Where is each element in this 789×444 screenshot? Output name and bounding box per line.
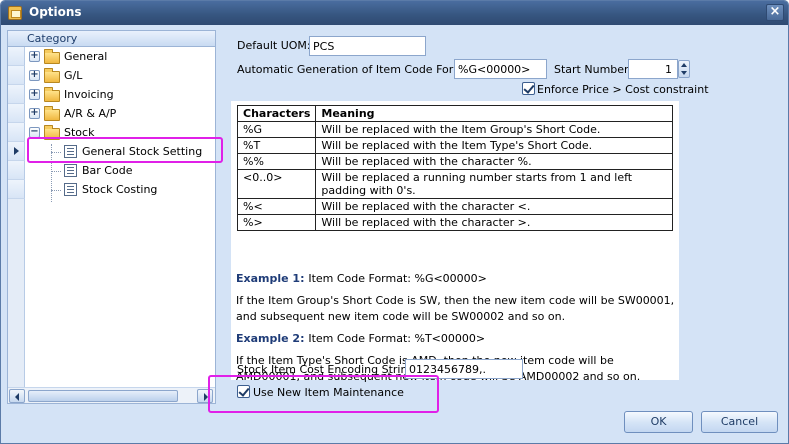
row-selector (8, 47, 25, 66)
row-selector (8, 104, 25, 123)
item-code-help-panel: Characters Meaning %G Will be replaced w… (231, 101, 679, 383)
expand-icon[interactable]: + (29, 108, 40, 119)
tree-item-label: Bar Code (82, 164, 133, 177)
table-row: <0..0> Will be replaced a running number… (236, 169, 673, 199)
cancel-button[interactable]: Cancel (701, 411, 778, 433)
example-title: Example 2: (236, 332, 305, 345)
options-window: Options × Category + General + G/L + Inv… (0, 0, 789, 444)
start-number-label: Start Number: (554, 63, 633, 76)
horizontal-scrollbar[interactable] (8, 387, 215, 403)
row-selector (8, 85, 25, 104)
column-header: Characters (236, 105, 317, 122)
example-format: Item Code Format: %T<00000> (308, 332, 486, 345)
example-title: Example 1: (236, 272, 305, 285)
tree-item-general[interactable]: + General (8, 47, 215, 66)
table-cell: Will be replaced with the Item Type's Sh… (315, 137, 673, 154)
folder-icon (44, 68, 60, 83)
table-row: %% Will be replaced with the character %… (236, 153, 673, 170)
folder-icon (44, 87, 60, 102)
scroll-left-icon[interactable] (9, 389, 25, 403)
example-text: If the Item Group's Short Code is SW, th… (236, 294, 675, 323)
app-icon (8, 6, 22, 20)
table-row: %T Will be replaced with the Item Type's… (236, 137, 673, 154)
window-title: Options (29, 5, 82, 19)
row-selector (8, 180, 25, 199)
table-cell: %> (236, 214, 317, 231)
table-row: %> Will be replaced with the character >… (236, 214, 673, 231)
start-number-input[interactable]: 1 (628, 59, 678, 79)
table-cell: %G (236, 121, 317, 138)
example-format: Item Code Format: %G<00000> (308, 272, 487, 285)
table-cell: %< (236, 198, 317, 215)
dialog-body: Category + General + G/L + Invoicing + A… (5, 29, 785, 440)
folder-icon (44, 49, 60, 64)
ok-button[interactable]: OK (624, 411, 693, 433)
tree-item-label: General (64, 50, 108, 63)
category-tree: Category + General + G/L + Invoicing + A… (7, 30, 216, 404)
enforce-price-checkbox[interactable] (522, 82, 535, 95)
column-header: Meaning (315, 105, 673, 122)
table-cell: Will be replaced with the character %. (315, 153, 673, 170)
default-uom-label: Default UOM: (237, 39, 311, 52)
table-cell: Will be replaced a running number starts… (315, 169, 673, 199)
row-selector (8, 123, 25, 142)
highlight-box (208, 375, 439, 413)
row-selector-column (8, 199, 25, 387)
table-row: %G Will be replaced with the Item Group'… (236, 121, 673, 138)
page-icon (64, 183, 77, 196)
highlight-box (27, 137, 223, 163)
tree-item-label: Invoicing (64, 88, 114, 101)
close-button[interactable]: × (766, 4, 784, 21)
table-cell: %T (236, 137, 317, 154)
item-code-format-input[interactable]: %G<00000> (454, 59, 547, 79)
table-cell: Will be replaced with the character <. (315, 198, 673, 215)
spin-updown-icon[interactable] (678, 60, 690, 78)
tree-item-ar-ap[interactable]: + A/R & A/P (8, 104, 215, 123)
row-selector-current (8, 142, 25, 161)
table-cell: <0..0> (236, 169, 317, 199)
tree-item-gl[interactable]: + G/L (8, 66, 215, 85)
folder-icon (44, 106, 60, 121)
default-uom-input[interactable]: PCS (309, 36, 426, 56)
expand-icon[interactable]: + (29, 51, 40, 62)
tree-item-invoicing[interactable]: + Invoicing (8, 85, 215, 104)
expand-icon[interactable]: + (29, 89, 40, 100)
table-header-row: Characters Meaning (236, 105, 673, 122)
format-characters-table: Characters Meaning %G Will be replaced w… (236, 105, 673, 231)
title-bar[interactable]: Options × (1, 1, 788, 25)
enforce-price-label: Enforce Price > Cost constraint (537, 83, 709, 96)
tree-item-bar-code[interactable]: Bar Code (8, 161, 215, 180)
tree-item-stock-costing[interactable]: Stock Costing (8, 180, 215, 199)
row-selector (8, 161, 25, 180)
table-cell: Will be replaced with the character >. (315, 214, 673, 231)
row-selector (8, 66, 25, 85)
example-1: Example 1: Item Code Format: %G<00000> I… (236, 271, 676, 325)
tree-item-label: A/R & A/P (64, 107, 117, 120)
table-cell: %% (236, 153, 317, 170)
table-row: %< Will be replaced with the character <… (236, 198, 673, 215)
tree-item-label: Stock Costing (82, 183, 158, 196)
page-icon (64, 164, 77, 177)
table-cell: Will be replaced with the Item Group's S… (315, 121, 673, 138)
tree-item-label: G/L (64, 69, 83, 82)
expand-icon[interactable]: + (29, 70, 40, 81)
auto-gen-label: Automatic Generation of Item Code Forma (237, 63, 471, 76)
category-header: Category (8, 31, 215, 47)
example-heading: Example 1: Item Code Format: %G<00000> (236, 271, 676, 287)
example-heading: Example 2: Item Code Format: %T<00000> (236, 331, 676, 347)
scroll-thumb[interactable] (28, 390, 178, 402)
